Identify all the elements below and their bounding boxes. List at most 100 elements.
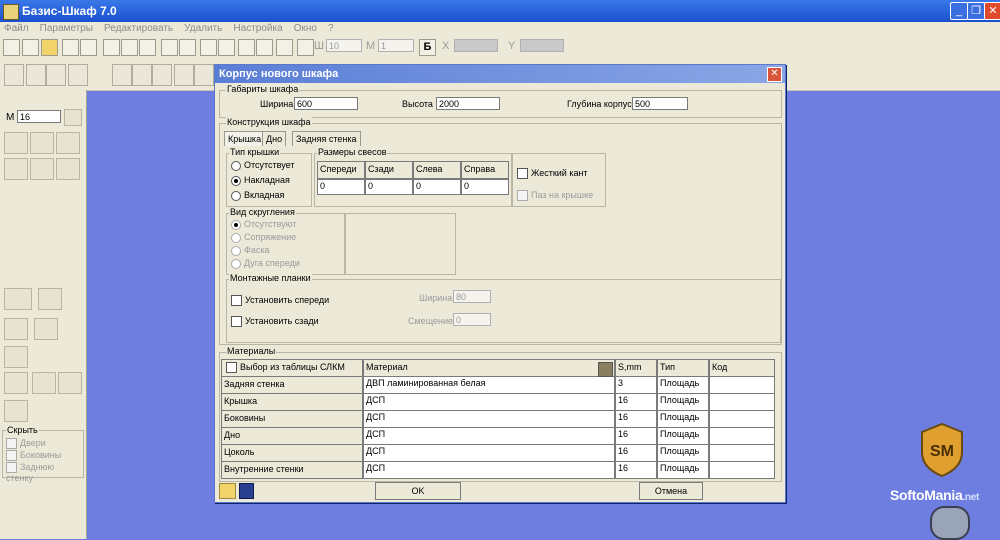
material-cell[interactable]: ДВП ламинированная белая <box>363 377 615 394</box>
y-coord-field[interactable] <box>520 39 564 52</box>
rounding-arc-radio[interactable]: Дуга спереди <box>231 258 300 269</box>
menu-edit[interactable]: Редактировать <box>100 22 177 36</box>
font-icon[interactable]: Б <box>419 39 436 56</box>
overhang-front-field[interactable]: 0 <box>317 179 365 195</box>
door-icon[interactable] <box>112 64 132 86</box>
grid-icon[interactable] <box>256 39 273 56</box>
mount-back-checkbox[interactable]: Установить сзади <box>231 316 319 328</box>
cut-icon[interactable] <box>238 39 255 56</box>
thickness-cell[interactable]: 16 <box>615 445 657 462</box>
menu-window[interactable]: Окно <box>290 22 321 36</box>
library-icon[interactable] <box>598 362 613 377</box>
height-field[interactable]: 2000 <box>436 97 500 110</box>
open-folder-icon[interactable] <box>41 39 58 56</box>
code-cell[interactable] <box>709 377 775 394</box>
type-cell[interactable]: Площадь <box>657 445 709 462</box>
cube-4-icon[interactable] <box>32 372 56 394</box>
undo-icon[interactable] <box>200 39 217 56</box>
select-frame-icon[interactable] <box>3 39 20 56</box>
print-icon[interactable] <box>80 39 97 56</box>
cube-2-icon[interactable] <box>4 346 28 368</box>
close-button[interactable]: ✕ <box>984 2 1000 20</box>
box-2-icon[interactable] <box>30 132 54 154</box>
cube-5-icon[interactable] <box>58 372 82 394</box>
overhang-left-field[interactable]: 0 <box>413 179 461 195</box>
rounding-fillet-radio[interactable]: Сопряжение <box>231 232 296 243</box>
code-cell[interactable] <box>709 411 775 428</box>
panel-2-icon[interactable] <box>26 64 46 86</box>
save-icon[interactable] <box>239 483 254 499</box>
w-field[interactable]: 10 <box>326 39 362 52</box>
code-cell[interactable] <box>709 394 775 411</box>
thickness-cell[interactable]: 16 <box>615 428 657 445</box>
left-m-field[interactable]: 16 <box>17 110 61 123</box>
rail-icon[interactable] <box>174 64 194 86</box>
cube-icon[interactable] <box>4 318 28 340</box>
view-icon[interactable] <box>103 39 120 56</box>
cube-move-icon[interactable] <box>34 318 58 340</box>
slkm-checkbox-cell[interactable]: Выбор из таблицы СЛКМ <box>221 359 363 377</box>
menu-help[interactable]: ? <box>324 22 338 36</box>
shelf-2-icon[interactable] <box>68 64 88 86</box>
code-cell[interactable] <box>709 445 775 462</box>
tab-cover[interactable]: Крышка <box>224 131 266 146</box>
type-cell[interactable]: Площадь <box>657 428 709 445</box>
thickness-cell[interactable]: 16 <box>615 411 657 428</box>
type-cell[interactable]: Площадь <box>657 394 709 411</box>
box-icon[interactable] <box>4 132 28 154</box>
material-cell[interactable]: ДСП <box>363 394 615 411</box>
zoom-out-icon[interactable] <box>179 39 196 56</box>
type-cell[interactable]: Площадь <box>657 411 709 428</box>
groove-checkbox[interactable]: Паз на крышке <box>517 190 593 202</box>
maximize-button[interactable]: ❐ <box>967 2 985 20</box>
mount-width-field[interactable]: 80 <box>453 290 491 303</box>
menu-delete[interactable]: Удалить <box>180 22 226 36</box>
frame-icon[interactable] <box>194 64 214 86</box>
tab-bottom[interactable]: Дно <box>262 131 287 146</box>
type-cell[interactable]: Площадь <box>657 462 709 479</box>
type-cell[interactable]: Площадь <box>657 377 709 394</box>
material-cell[interactable]: ДСП <box>363 462 615 479</box>
tab-back-wall[interactable]: Задняя стенка <box>292 131 361 146</box>
rounding-chamfer-radio[interactable]: Фаска <box>231 245 270 256</box>
pointer-icon[interactable] <box>139 39 156 56</box>
cube-6-icon[interactable] <box>4 400 28 422</box>
code-cell[interactable] <box>709 462 775 479</box>
view-2-icon[interactable] <box>121 39 138 56</box>
door-2-icon[interactable] <box>132 64 152 86</box>
ok-button[interactable]: OK <box>375 482 461 500</box>
edit-icon[interactable] <box>276 39 293 56</box>
thickness-cell[interactable]: 16 <box>615 462 657 479</box>
drawer-icon[interactable] <box>152 64 172 86</box>
hide-back-checkbox[interactable]: Заднюю стенку <box>6 462 83 483</box>
thickness-cell[interactable]: 3 <box>615 377 657 394</box>
panel-icon[interactable] <box>4 64 24 86</box>
mount-offset-field[interactable]: 0 <box>453 313 491 326</box>
cube-3-icon[interactable] <box>4 372 28 394</box>
width-field[interactable]: 600 <box>294 97 358 110</box>
x-coord-field[interactable] <box>454 39 498 52</box>
menu-file[interactable]: Файл <box>0 22 33 36</box>
slide-icon[interactable] <box>4 288 32 310</box>
zoom-in-icon[interactable] <box>161 39 178 56</box>
cover-overlay-radio[interactable]: Накладная <box>231 175 290 186</box>
hide-doors-checkbox[interactable]: Двери <box>6 438 46 450</box>
dialog-close-button[interactable]: ✕ <box>767 67 782 82</box>
shelf-icon[interactable] <box>46 64 66 86</box>
cover-absent-radio[interactable]: Отсутствует <box>231 160 294 171</box>
menu-params[interactable]: Параметры <box>36 22 97 36</box>
rounding-none-radio[interactable]: Отсутствуют <box>231 219 296 230</box>
help-icon[interactable] <box>297 39 314 56</box>
minimize-button[interactable]: _ <box>950 2 968 20</box>
redo-icon[interactable] <box>218 39 235 56</box>
m-field[interactable]: 1 <box>378 39 414 52</box>
overhang-right-field[interactable]: 0 <box>461 179 509 195</box>
cancel-button[interactable]: Отмена <box>639 482 703 500</box>
depth-field[interactable]: 500 <box>632 97 688 110</box>
dots-icon[interactable] <box>64 109 82 126</box>
box-4-icon[interactable] <box>4 158 28 180</box>
cover-inset-radio[interactable]: Вкладная <box>231 190 284 201</box>
select-frame-2-icon[interactable] <box>22 39 39 56</box>
box-6-icon[interactable] <box>56 158 80 180</box>
box-5-icon[interactable] <box>30 158 54 180</box>
